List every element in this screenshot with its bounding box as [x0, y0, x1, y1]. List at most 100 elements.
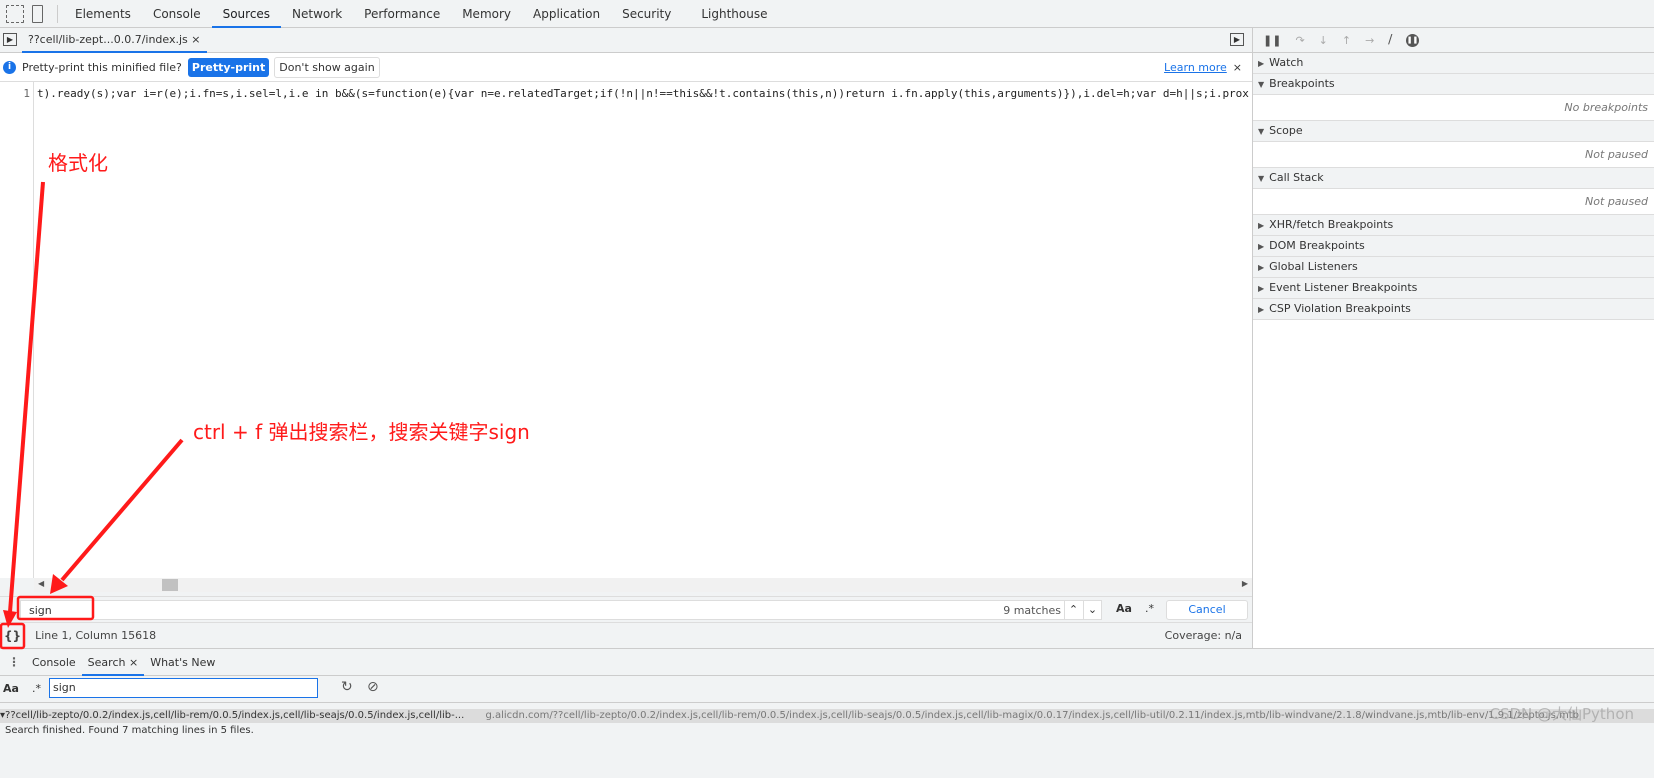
search-regex-button[interactable]: .*	[32, 682, 41, 695]
tab-console[interactable]: Console	[142, 0, 212, 28]
close-icon[interactable]: ×	[191, 33, 200, 46]
collapsed-triangle-icon: ▶	[1258, 221, 1265, 230]
section-header[interactable]: ▼ Call Stack	[1253, 168, 1654, 189]
previous-match-icon[interactable]: ⌃	[1064, 601, 1082, 619]
search-status: Search finished. Found 7 matching lines …	[5, 725, 254, 736]
scroll-left-icon[interactable]: ◀	[38, 579, 44, 588]
tab-lighthouse[interactable]: Lighthouse	[690, 0, 778, 28]
expanded-triangle-icon: ▼	[1258, 80, 1265, 89]
step-over-icon[interactable]: ↷	[1295, 34, 1304, 47]
section-label: DOM Breakpoints	[1269, 239, 1365, 252]
collapsed-triangle-icon: ▶	[1258, 242, 1265, 251]
drawer-tab-console[interactable]: Console	[26, 649, 82, 676]
debugger-sidebar: ❚❚ ↷ ↓ ↑ → ⧸ ❚❚ ▶ Watch ▼ Breakpoints No bre…	[1252, 28, 1654, 648]
result-file-name: ??cell/lib-zepto/0.0.2/index.js,cell/lib…	[5, 710, 465, 721]
drawer-tab-search-label: Search	[87, 655, 126, 669]
pretty-print-format-icon[interactable]: {}	[4, 629, 21, 643]
section-label: Breakpoints	[1269, 77, 1335, 90]
pause-on-exceptions-icon[interactable]: ❚❚	[1406, 33, 1420, 47]
scrollbar-thumb[interactable]	[162, 579, 178, 591]
tab-performance[interactable]: Performance	[353, 0, 451, 28]
cancel-button[interactable]: Cancel	[1166, 600, 1248, 620]
pause-icon[interactable]: ❚❚	[1263, 34, 1281, 47]
search-match-case-button[interactable]: Aa	[3, 682, 19, 695]
section-label: Event Listener Breakpoints	[1269, 281, 1418, 294]
find-bar: sign 9 matches ⌃ ⌄ Aa .* Cancel	[0, 596, 1252, 622]
section-header[interactable]: ▶ Event Listener Breakpoints	[1253, 278, 1654, 299]
step-out-icon[interactable]: ↑	[1342, 34, 1351, 47]
step-into-icon[interactable]: ↓	[1319, 34, 1328, 47]
clear-icon[interactable]: ⊘	[367, 679, 379, 695]
tab-elements[interactable]: Elements	[64, 0, 142, 28]
drawer-tab-search[interactable]: Search ×	[81, 649, 145, 676]
section-label: Global Listeners	[1269, 260, 1358, 273]
collapsed-triangle-icon: ▶	[1258, 263, 1265, 272]
infobar-close-icon[interactable]: ×	[1233, 61, 1242, 74]
line-number: 1	[0, 82, 34, 578]
expanded-triangle-icon: ▼	[1258, 174, 1265, 183]
search-row: Aa .* sign ↻ ⊘	[0, 676, 1654, 703]
search-input[interactable]: sign	[49, 678, 318, 698]
section-label: Scope	[1269, 124, 1303, 137]
divider	[57, 4, 58, 23]
section-empty-message: Not paused	[1253, 189, 1654, 215]
toggle-debugger-icon[interactable]: ▶	[1230, 33, 1244, 46]
drawer: ⋮ Console Search × What's New Aa .* sign…	[0, 648, 1654, 778]
close-icon[interactable]: ×	[129, 656, 138, 669]
file-tab-index-js[interactable]: ??cell/lib-zept...0.0.7/index.js ×	[22, 28, 207, 53]
dont-show-again-button[interactable]: Don't show again	[274, 56, 380, 78]
next-match-icon[interactable]: ⌄	[1083, 601, 1101, 619]
match-count: 9 matches	[1003, 604, 1061, 617]
section-empty-message: Not paused	[1253, 142, 1654, 168]
refresh-icon[interactable]: ↻	[341, 679, 353, 695]
tab-application[interactable]: Application	[522, 0, 611, 28]
deactivate-breakpoints-icon[interactable]: ⧸	[1388, 33, 1392, 47]
regex-button[interactable]: .*	[1145, 602, 1154, 615]
scroll-right-icon[interactable]: ▶	[1242, 579, 1248, 588]
inspect-element-icon[interactable]	[6, 4, 24, 23]
horizontal-scrollbar[interactable]: ◀ ▶	[34, 578, 1252, 592]
pretty-print-button[interactable]: Pretty-print	[187, 57, 270, 77]
file-tabs: ▶ ??cell/lib-zept...0.0.7/index.js × ▶	[0, 28, 1252, 53]
debugger-toolbar: ❚❚ ↷ ↓ ↑ → ⧸ ❚❚	[1253, 28, 1654, 53]
match-case-button[interactable]: Aa	[1116, 602, 1132, 615]
devtools-toolbar: Elements Console Sources Network Perform…	[0, 0, 1654, 28]
debugger-sections: ▶ Watch ▼ Breakpoints No breakpoints ▼ Scope No…	[1253, 53, 1654, 320]
coverage-status: Coverage: n/a	[1164, 629, 1242, 642]
code-editor[interactable]: 1 t).ready(s);var i=r(e);i.fn=s,i.sel=l,…	[0, 82, 1252, 578]
tab-security[interactable]: Security	[611, 0, 682, 28]
cursor-position: Line 1, Column 15618	[35, 629, 157, 642]
expanded-triangle-icon: ▼	[1258, 127, 1265, 136]
collapsed-triangle-icon: ▶	[1258, 305, 1265, 314]
pretty-print-infobar: i Pretty-print this minified file? Prett…	[0, 53, 1252, 82]
section-header[interactable]: ▶ Watch	[1253, 53, 1654, 74]
section-header[interactable]: ▼ Scope	[1253, 121, 1654, 142]
section-header[interactable]: ▶ CSP Violation Breakpoints	[1253, 299, 1654, 320]
learn-more-link[interactable]: Learn more	[1164, 61, 1227, 74]
code-line[interactable]: t).ready(s);var i=r(e);i.fn=s,i.sel=l,i.…	[37, 87, 1249, 100]
find-input-value: sign	[29, 604, 52, 617]
section-header[interactable]: ▶ Global Listeners	[1253, 257, 1654, 278]
watermark: CSDN @大仙Python	[1489, 705, 1634, 723]
more-menu-icon[interactable]: ⋮	[8, 655, 20, 669]
collapsed-triangle-icon: ▶	[1258, 284, 1265, 293]
tab-memory[interactable]: Memory	[451, 0, 522, 28]
infobar-message: Pretty-print this minified file?	[22, 60, 182, 74]
toggle-navigator-icon[interactable]: ▶	[3, 33, 17, 46]
file-tab-label: ??cell/lib-zept...0.0.7/index.js	[28, 32, 188, 46]
step-icon[interactable]: →	[1365, 34, 1374, 47]
drawer-tab-whats-new[interactable]: What's New	[144, 649, 221, 676]
collapsed-triangle-icon: ▶	[1258, 59, 1265, 68]
section-header[interactable]: ▶ DOM Breakpoints	[1253, 236, 1654, 257]
tab-network[interactable]: Network	[281, 0, 353, 28]
tab-sources[interactable]: Sources	[211, 0, 282, 28]
status-bar: {} Line 1, Column 15618 Coverage: n/a	[0, 622, 1252, 648]
search-result-file[interactable]: ▾??cell/lib-zepto/0.0.2/index.js,cell/li…	[0, 709, 1654, 723]
section-label: Watch	[1269, 56, 1304, 69]
device-toolbar-icon[interactable]	[32, 4, 43, 23]
section-label: XHR/fetch Breakpoints	[1269, 218, 1394, 231]
find-input[interactable]: sign 9 matches ⌃ ⌄	[20, 600, 1102, 620]
section-header[interactable]: ▶ XHR/fetch Breakpoints	[1253, 215, 1654, 236]
result-file-url: g.alicdn.com/??cell/lib-zepto/0.0.2/inde…	[485, 710, 1579, 721]
section-header[interactable]: ▼ Breakpoints	[1253, 74, 1654, 95]
